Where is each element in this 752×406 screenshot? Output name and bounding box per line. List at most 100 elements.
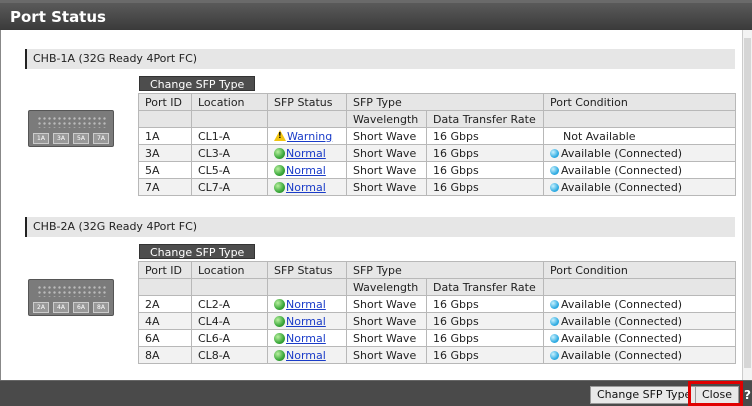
change-sfp-type-button[interactable]: Change SFP Type [139,244,256,259]
window-title: Port Status [10,8,106,26]
port-table: Port ID Location SFP Status SFP Type Por… [138,93,736,196]
available-icon [550,333,559,343]
content-area: CHB-1A (32G Ready 4Port FC) 1A 3A 5A 7A … [0,30,752,380]
column-header-port-id: Port ID [138,261,192,279]
column-header-port-condition: Port Condition [543,93,736,111]
rate-cell: 16 Gbps [426,178,544,196]
wavelength-cell: Short Wave [346,295,427,313]
condition-cell: Available (Connected) [543,178,736,196]
sfp-status-cell: Warning [267,127,347,145]
column-header-data-transfer-rate: Data Transfer Rate [426,110,544,128]
column-header-wavelength: Wavelength [346,278,427,296]
table-row: 5A CL5-A Normal Short Wave 16 Gbps Avail… [138,161,736,179]
section-header: CHB-1A (32G Ready 4Port FC) [25,49,735,69]
rate-cell: 16 Gbps [426,144,544,162]
sfp-status-cell: Normal [267,346,347,364]
card-port-label: 1A [33,133,49,144]
card-port-label: 2A [33,302,49,313]
port-id-cell: 4A [138,312,192,330]
card-port-label: 6A [73,302,89,313]
condition-text: Not Available [563,129,636,143]
column-header-wavelength: Wavelength [346,110,427,128]
wavelength-cell: Short Wave [346,312,427,330]
footer-bar: Change SFP Type Close [0,380,752,406]
column-header-location: Location [191,93,268,111]
vertical-scrollbar[interactable] [742,30,752,380]
footer-change-sfp-type-button[interactable]: Change SFP Type [590,386,699,404]
sfp-status-cell: Normal [267,144,347,162]
available-icon [550,350,559,360]
rate-cell: 16 Gbps [426,161,544,179]
sfp-status-link[interactable]: Normal [286,164,326,177]
condition-cell: Available (Connected) [543,346,736,364]
column-header-port-id: Port ID [138,93,192,111]
location-cell: CL6-A [191,329,268,347]
sfp-status-link[interactable]: Normal [286,181,326,194]
condition-text: Available (Connected) [561,297,683,311]
table-row: 3A CL3-A Normal Short Wave 16 Gbps Avail… [138,144,736,162]
table-row: 7A CL7-A Normal Short Wave 16 Gbps Avail… [138,178,736,196]
port-id-cell: 7A [138,178,192,196]
help-icon[interactable]: ? [744,388,751,402]
column-header-sfp-type: SFP Type [346,93,544,111]
card-port-label: 8A [93,302,109,313]
column-header-data-transfer-rate: Data Transfer Rate [426,278,544,296]
port-table: Port ID Location SFP Status SFP Type Por… [138,261,736,364]
location-cell: CL8-A [191,346,268,364]
card-port-label: 7A [93,133,109,144]
table-row: 4A CL4-A Normal Short Wave 16 Gbps Avail… [138,312,736,330]
wavelength-cell: Short Wave [346,329,427,347]
vent-holes [37,116,107,128]
available-icon [550,299,559,309]
table-row: 6A CL6-A Normal Short Wave 16 Gbps Avail… [138,329,736,347]
sfp-status-link[interactable]: Normal [286,298,326,311]
condition-text: Available (Connected) [561,314,683,328]
sfp-status-link[interactable]: Normal [286,147,326,160]
sfp-status-link[interactable]: Normal [286,349,326,362]
column-header-location: Location [191,261,268,279]
card-port-label: 4A [53,302,69,313]
ok-icon [274,349,285,361]
ok-icon [274,315,285,327]
ok-icon [274,298,285,310]
ok-icon [274,332,285,344]
port-id-cell: 6A [138,329,192,347]
rate-cell: 16 Gbps [426,295,544,313]
condition-cell: Available (Connected) [543,295,736,313]
column-header-sfp-status: SFP Status [267,261,347,279]
rate-cell: 16 Gbps [426,312,544,330]
condition-cell: Available (Connected) [543,144,736,162]
available-icon [550,316,559,326]
location-cell: CL5-A [191,161,268,179]
change-sfp-type-button[interactable]: Change SFP Type [139,76,256,91]
channel-board-image: 2A 4A 6A 8A [28,279,114,316]
port-id-cell: 1A [138,127,192,145]
sfp-status-link[interactable]: Normal [286,315,326,328]
table-row: 1A CL1-A Warning Short Wave 16 Gbps Not … [138,127,736,145]
available-icon [550,182,559,192]
sfp-status-cell: Normal [267,178,347,196]
condition-cell: Not Available [543,127,736,145]
scrollbar-thumb[interactable] [744,38,751,368]
condition-text: Available (Connected) [561,180,683,194]
available-icon [550,165,559,175]
location-cell: CL4-A [191,312,268,330]
sfp-status-cell: Normal [267,329,347,347]
wavelength-cell: Short Wave [346,161,427,179]
available-icon [550,148,559,158]
sfp-status-cell: Normal [267,295,347,313]
warning-icon [274,129,286,141]
location-cell: CL2-A [191,295,268,313]
rate-cell: 16 Gbps [426,346,544,364]
port-id-cell: 3A [138,144,192,162]
sfp-status-link[interactable]: Warning [287,130,332,143]
port-id-cell: 2A [138,295,192,313]
rate-cell: 16 Gbps [426,329,544,347]
table-row: 2A CL2-A Normal Short Wave 16 Gbps Avail… [138,295,736,313]
condition-text: Available (Connected) [561,146,683,160]
column-header-sfp-status: SFP Status [267,93,347,111]
section-header: CHB-2A (32G Ready 4Port FC) [25,217,735,237]
wavelength-cell: Short Wave [346,127,427,145]
ok-icon [274,181,285,193]
sfp-status-link[interactable]: Normal [286,332,326,345]
